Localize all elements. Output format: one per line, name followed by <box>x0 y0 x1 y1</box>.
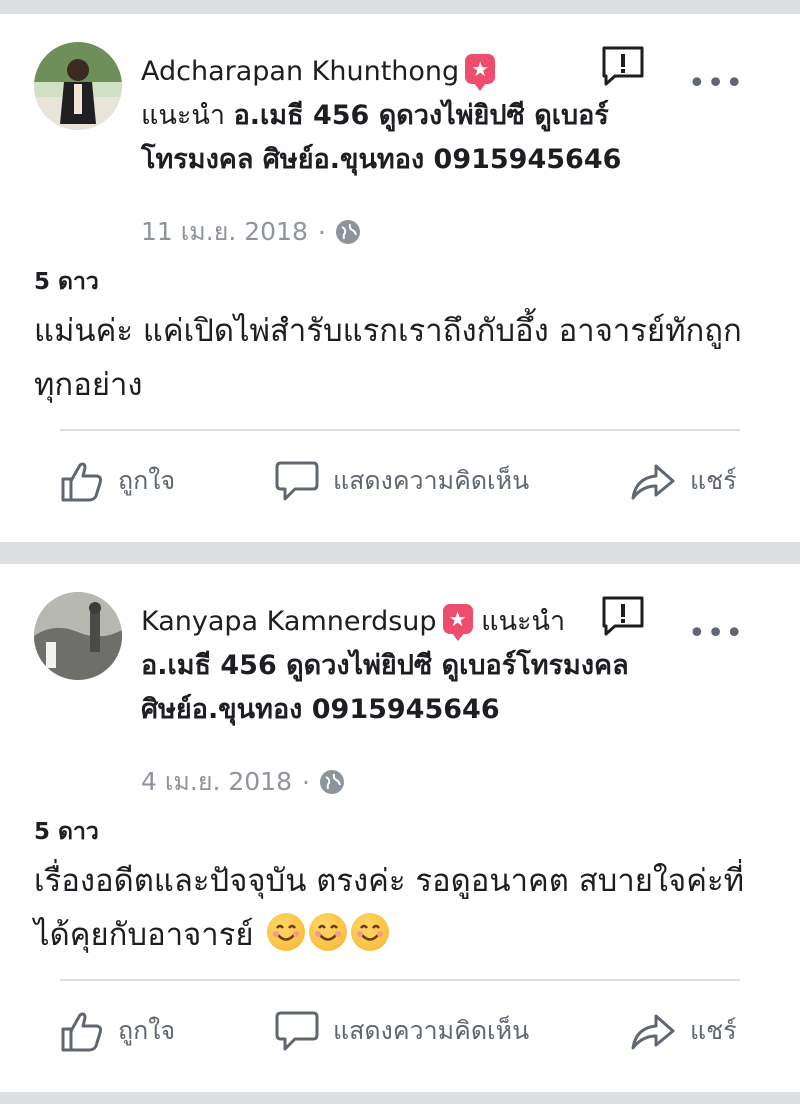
star-badge-icon: ★ <box>465 54 496 91</box>
review-text: แม่นค่ะ แค่เปิดไพ่สำรับแรกเราถึงกับอึ้ง … <box>34 313 742 403</box>
divider <box>60 429 740 431</box>
review-card: Kanyapa Kamnerdsup ★ แนะนำ อ.เมธี 456 ดูด… <box>0 564 800 1092</box>
more-options-icon[interactable]: ••• <box>688 69 744 99</box>
divider <box>60 979 740 981</box>
comment-bubble-icon <box>275 461 319 501</box>
thumbs-up-icon <box>61 1012 103 1052</box>
review-card: Adcharapan Khunthong ★ แนะนำ อ.เมธี 456 ด… <box>0 14 800 542</box>
comment-label: แสดงความคิดเห็น <box>333 1016 530 1045</box>
more-options-icon[interactable]: ••• <box>688 619 744 649</box>
page-name-link[interactable]: อ.เมธี 456 ดูดวงไพ่ยิปซี ดูเบอร์โทรมงคล … <box>141 650 629 725</box>
post-meta: 4 เม.ย. 2018 · <box>141 762 344 802</box>
smiling-face-icon <box>267 913 306 951</box>
report-flag-icon[interactable] <box>601 46 645 86</box>
comment-button[interactable]: แสดงความคิดเห็น <box>275 1001 529 1061</box>
review-text: เรื่องอดีตและปัจจุบัน ตรงค่ะ รอดูอนาคต ส… <box>34 854 760 962</box>
share-label: แชร์ <box>690 1016 737 1045</box>
post-date[interactable]: 4 เม.ย. 2018 <box>141 762 292 802</box>
avatar[interactable] <box>34 592 122 680</box>
like-button[interactable]: ถูกใจ <box>60 1001 175 1061</box>
share-arrow-icon <box>631 1014 675 1050</box>
globe-icon <box>335 220 360 244</box>
smiling-face-icon <box>309 913 348 951</box>
author-name[interactable]: Kanyapa Kamnerdsup <box>141 606 437 637</box>
like-label: ถูกใจ <box>118 1016 176 1045</box>
share-button[interactable]: แชร์ <box>630 451 737 511</box>
recommends-label: แนะนำ <box>481 606 566 637</box>
meta-separator: · <box>317 217 326 247</box>
like-button[interactable]: ถูกใจ <box>60 451 175 511</box>
author-name[interactable]: Adcharapan Khunthong <box>141 56 459 87</box>
globe-icon <box>319 770 344 794</box>
rating-label: 5 ดาว <box>34 269 99 295</box>
comment-bubble-icon <box>275 1011 319 1051</box>
avatar[interactable] <box>34 42 122 130</box>
post-date[interactable]: 11 เม.ย. 2018 <box>141 212 308 252</box>
thumbs-up-icon <box>61 462 103 502</box>
share-label: แชร์ <box>690 466 737 495</box>
action-bar: ถูกใจ แสดงความคิดเห็น แชร์ <box>0 451 800 511</box>
smiling-face-icon <box>351 913 390 951</box>
share-arrow-icon <box>631 464 675 500</box>
report-flag-icon[interactable] <box>601 596 645 636</box>
comment-button[interactable]: แสดงความคิดเห็น <box>275 451 529 511</box>
recommends-label: แนะนำ <box>141 100 225 131</box>
post-meta: 11 เม.ย. 2018 · <box>141 212 360 252</box>
meta-separator: · <box>302 767 310 797</box>
rating-label: 5 ดาว <box>34 819 99 845</box>
like-label: ถูกใจ <box>118 466 176 495</box>
action-bar: ถูกใจ แสดงความคิดเห็น แชร์ <box>0 1001 800 1061</box>
share-button[interactable]: แชร์ <box>630 1001 737 1061</box>
star-badge-icon: ★ <box>442 604 473 641</box>
comment-label: แสดงความคิดเห็น <box>333 466 530 495</box>
